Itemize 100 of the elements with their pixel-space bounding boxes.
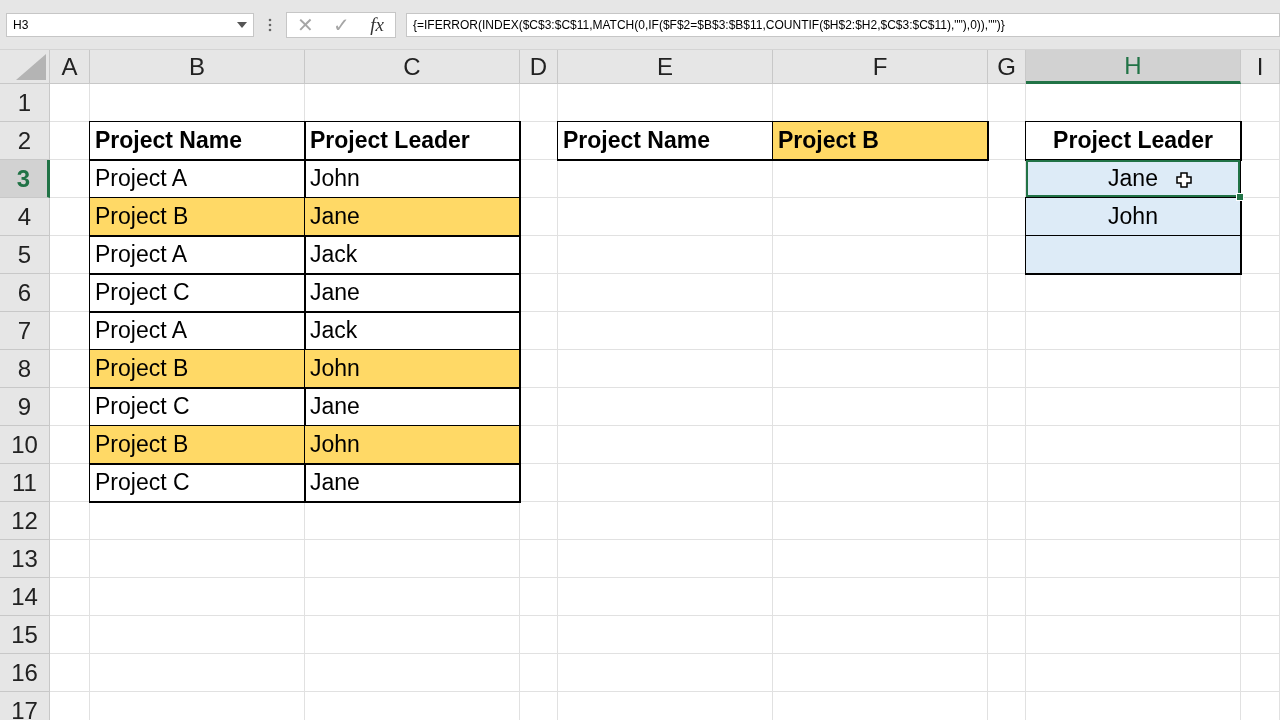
row-header[interactable]: 12 bbox=[0, 502, 50, 540]
empty-cell[interactable] bbox=[988, 350, 1026, 388]
empty-cell[interactable] bbox=[520, 502, 558, 540]
empty-cell[interactable] bbox=[558, 274, 773, 312]
result-cell[interactable] bbox=[1026, 236, 1241, 274]
empty-cell[interactable] bbox=[520, 464, 558, 502]
empty-cell[interactable] bbox=[988, 426, 1026, 464]
empty-cell[interactable] bbox=[1241, 502, 1280, 540]
empty-cell[interactable] bbox=[558, 616, 773, 654]
row-header[interactable]: 3 bbox=[0, 160, 50, 198]
row-header[interactable]: 2 bbox=[0, 122, 50, 160]
empty-cell[interactable] bbox=[988, 654, 1026, 692]
empty-cell[interactable] bbox=[520, 616, 558, 654]
empty-cell[interactable] bbox=[1026, 350, 1241, 388]
empty-cell[interactable] bbox=[988, 388, 1026, 426]
column-header[interactable]: C bbox=[305, 50, 520, 84]
empty-cell[interactable] bbox=[558, 350, 773, 388]
empty-cell[interactable] bbox=[305, 654, 520, 692]
empty-cell[interactable] bbox=[988, 540, 1026, 578]
empty-cell[interactable] bbox=[1026, 502, 1241, 540]
empty-cell[interactable] bbox=[1241, 388, 1280, 426]
empty-cell[interactable] bbox=[773, 616, 988, 654]
empty-cell[interactable] bbox=[1026, 464, 1241, 502]
table-cell[interactable]: Project A bbox=[90, 236, 305, 274]
empty-cell[interactable] bbox=[558, 464, 773, 502]
empty-cell[interactable] bbox=[558, 540, 773, 578]
empty-cell[interactable] bbox=[988, 502, 1026, 540]
empty-cell[interactable] bbox=[558, 160, 773, 198]
empty-cell[interactable] bbox=[90, 540, 305, 578]
empty-cell[interactable] bbox=[1241, 426, 1280, 464]
empty-cell[interactable] bbox=[988, 464, 1026, 502]
empty-cell[interactable] bbox=[773, 312, 988, 350]
empty-cell[interactable] bbox=[558, 654, 773, 692]
empty-cell[interactable] bbox=[1026, 578, 1241, 616]
empty-cell[interactable] bbox=[558, 578, 773, 616]
empty-cell[interactable] bbox=[305, 502, 520, 540]
empty-cell[interactable] bbox=[773, 350, 988, 388]
empty-cell[interactable] bbox=[558, 198, 773, 236]
table-cell[interactable]: Project B bbox=[90, 350, 305, 388]
column-header[interactable]: E bbox=[558, 50, 773, 84]
empty-cell[interactable] bbox=[773, 502, 988, 540]
row-header[interactable]: 8 bbox=[0, 350, 50, 388]
row-header[interactable]: 10 bbox=[0, 426, 50, 464]
empty-cell[interactable] bbox=[520, 540, 558, 578]
empty-cell[interactable] bbox=[520, 578, 558, 616]
column-header[interactable]: A bbox=[50, 50, 90, 84]
row-header[interactable]: 1 bbox=[0, 84, 50, 122]
empty-cell[interactable] bbox=[1241, 464, 1280, 502]
empty-cell[interactable] bbox=[1241, 654, 1280, 692]
empty-cell[interactable] bbox=[988, 312, 1026, 350]
table-cell[interactable]: Project C bbox=[90, 464, 305, 502]
empty-cell[interactable] bbox=[558, 426, 773, 464]
empty-cell[interactable] bbox=[1241, 122, 1280, 160]
table-cell[interactable]: Jane bbox=[305, 464, 520, 502]
empty-cell[interactable] bbox=[1241, 84, 1280, 122]
empty-cell[interactable] bbox=[558, 502, 773, 540]
empty-cell[interactable] bbox=[1026, 274, 1241, 312]
header-cell[interactable]: Project B bbox=[773, 122, 988, 160]
header-cell[interactable]: Project Leader bbox=[1026, 122, 1241, 160]
formula-field[interactable]: {=IFERROR(INDEX($C$3:$C$11,MATCH(0,IF($F$2=$B$3:$B$11,COUNTIF($H$2:$H2,$C$3:$C$11),""),0)),"")} bbox=[406, 12, 1280, 37]
empty-cell[interactable] bbox=[520, 654, 558, 692]
select-all-button[interactable] bbox=[0, 50, 50, 84]
empty-cell[interactable] bbox=[558, 312, 773, 350]
table-cell[interactable]: John bbox=[305, 350, 520, 388]
empty-cell[interactable] bbox=[988, 274, 1026, 312]
empty-cell[interactable] bbox=[90, 578, 305, 616]
insert-function-button[interactable]: fx bbox=[359, 13, 395, 36]
row-header[interactable]: 15 bbox=[0, 616, 50, 654]
header-cell[interactable]: Project Name bbox=[558, 122, 773, 160]
table-cell[interactable]: Jane bbox=[305, 198, 520, 236]
empty-cell[interactable] bbox=[558, 236, 773, 274]
empty-cell[interactable] bbox=[1026, 616, 1241, 654]
row-header[interactable]: 17 bbox=[0, 692, 50, 720]
empty-cell[interactable] bbox=[1241, 350, 1280, 388]
header-cell[interactable]: Project Leader bbox=[305, 122, 520, 160]
row-header[interactable]: 9 bbox=[0, 388, 50, 426]
empty-cell[interactable] bbox=[90, 616, 305, 654]
empty-cell[interactable] bbox=[520, 312, 558, 350]
table-cell[interactable]: Jane bbox=[305, 274, 520, 312]
empty-cell[interactable] bbox=[773, 236, 988, 274]
empty-cell[interactable] bbox=[305, 578, 520, 616]
row-header[interactable]: 14 bbox=[0, 578, 50, 616]
empty-cell[interactable] bbox=[988, 616, 1026, 654]
result-cell[interactable]: John bbox=[1026, 198, 1241, 236]
more-options-icon[interactable] bbox=[268, 17, 272, 32]
empty-cell[interactable] bbox=[773, 160, 988, 198]
empty-cell[interactable] bbox=[773, 540, 988, 578]
empty-cell[interactable] bbox=[1241, 540, 1280, 578]
empty-cell[interactable] bbox=[1026, 388, 1241, 426]
empty-cell[interactable] bbox=[773, 198, 988, 236]
table-cell[interactable]: Project B bbox=[90, 426, 305, 464]
column-header[interactable]: I bbox=[1241, 50, 1280, 84]
empty-cell[interactable] bbox=[1026, 654, 1241, 692]
empty-cell[interactable] bbox=[1241, 578, 1280, 616]
empty-cell[interactable] bbox=[773, 464, 988, 502]
column-header[interactable]: D bbox=[520, 50, 558, 84]
empty-cell[interactable] bbox=[988, 84, 1026, 122]
empty-cell[interactable] bbox=[90, 654, 305, 692]
empty-cell[interactable] bbox=[773, 274, 988, 312]
name-box[interactable]: H3 bbox=[6, 12, 254, 37]
